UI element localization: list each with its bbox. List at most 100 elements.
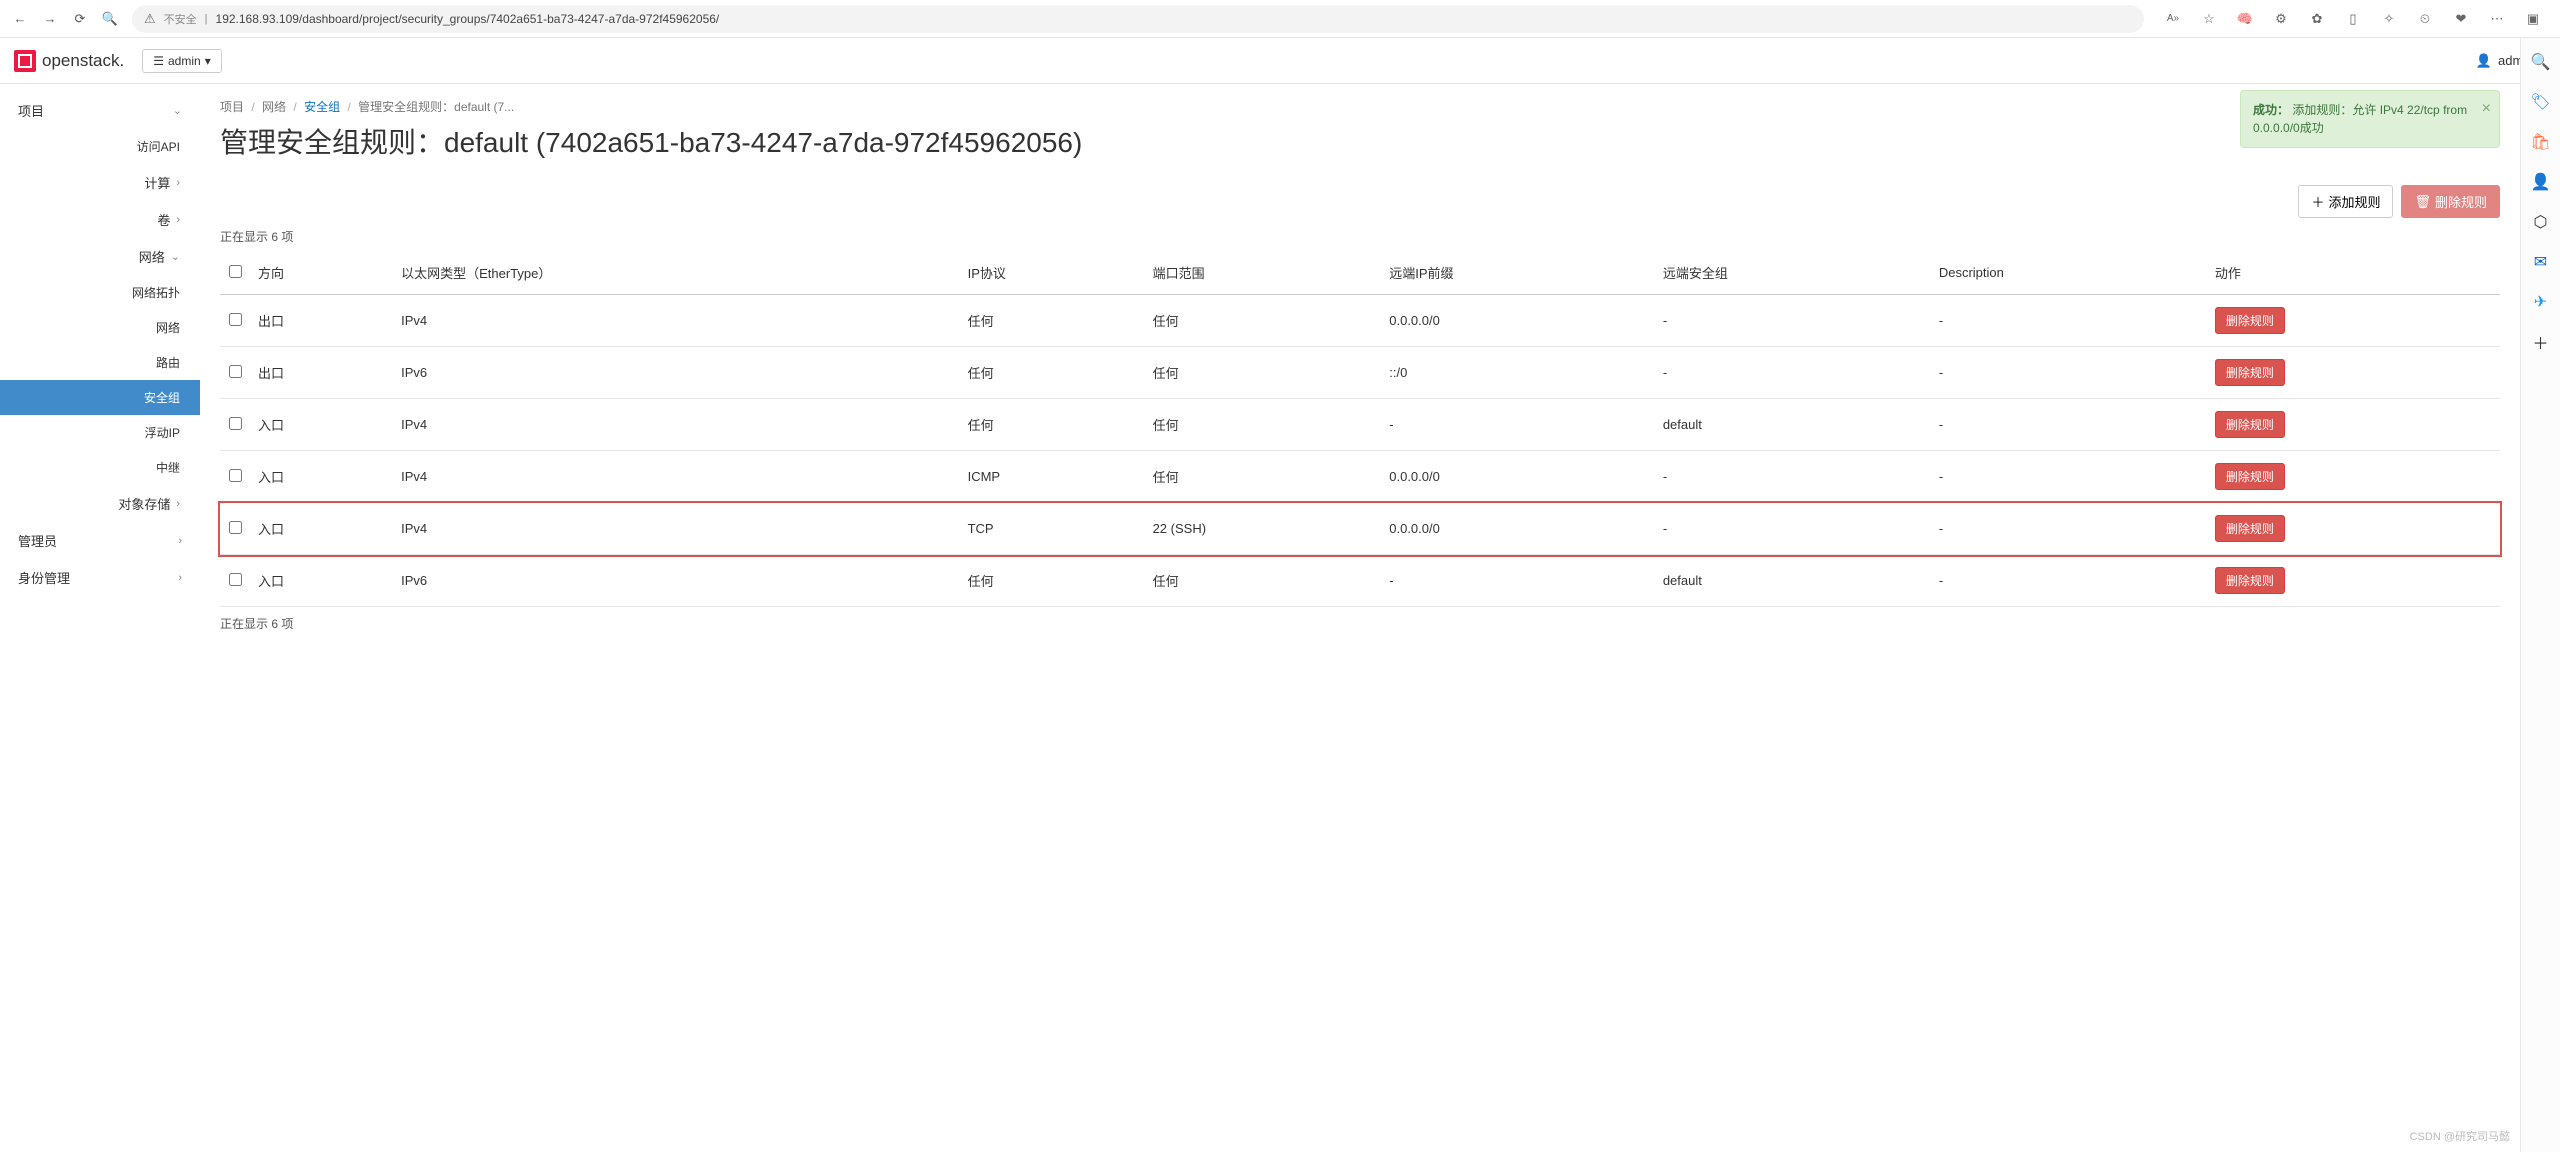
sidebar-item-label: 浮动IP: [145, 424, 180, 441]
forward-icon[interactable]: →: [42, 11, 58, 27]
sidebar-item-floating-ip[interactable]: 浮动IP: [0, 415, 200, 450]
select-all-checkbox[interactable]: [229, 265, 242, 278]
project-selector-prefix-icon: ☰: [153, 54, 164, 68]
delete-rule-button[interactable]: 删除规则: [2215, 359, 2285, 386]
brain-icon[interactable]: 🧠: [2236, 10, 2254, 28]
openstack-logo[interactable]: openstack.: [14, 50, 124, 72]
edge-plus-icon[interactable]: ＋: [2531, 332, 2551, 352]
sidebar-item-label: 身份管理: [18, 568, 70, 587]
project-selector[interactable]: ☰ admin ▾: [142, 49, 221, 73]
sidebar-item-trunk[interactable]: 中继: [0, 450, 200, 485]
edge-sidebar: 🔍 🏷 🛍 👤 ⬡ ✉ ✈ ＋: [2520, 38, 2560, 1152]
cell-remote-prefix: 0.0.0.0/0: [1381, 295, 1655, 347]
chevron-down-icon: ▾: [205, 54, 211, 68]
col-checkbox: [220, 251, 250, 295]
cell-port-range: 任何: [1145, 295, 1382, 347]
sidebar-item-routers[interactable]: 路由: [0, 345, 200, 380]
browser-actions: A» ☆ 🧠 ⚙ ✿ ▯ ✧ ⏲ ❤ ⋯ ▣: [2158, 10, 2548, 28]
search-icon[interactable]: 🔍: [102, 11, 118, 27]
chevron-down-icon: ⌄: [171, 250, 180, 263]
row-checkbox[interactable]: [229, 417, 242, 430]
col-port-range[interactable]: 端口范围: [1145, 251, 1382, 295]
cell-description: -: [1931, 347, 2207, 399]
col-ip-protocol[interactable]: IP协议: [960, 251, 1145, 295]
cell-ip-protocol: 任何: [960, 555, 1145, 607]
row-checkbox[interactable]: [229, 313, 242, 326]
delete-rule-button[interactable]: 删除规则: [2215, 463, 2285, 490]
delete-rules-button[interactable]: 🗑 删除规则: [2401, 185, 2500, 218]
address-bar[interactable]: ⚠ 不安全 | 192.168.93.109/dashboard/project…: [132, 5, 2144, 33]
plus-icon: ＋: [2311, 192, 2324, 211]
sidebar-item-project[interactable]: 项目 ⌄: [0, 92, 200, 129]
col-remote-secgroup[interactable]: 远端安全组: [1655, 251, 1931, 295]
delete-rule-button[interactable]: 删除规则: [2215, 411, 2285, 438]
page-title: 管理安全组规则：default (7402a651-ba73-4247-a7da…: [220, 121, 2500, 161]
col-direction[interactable]: 方向: [250, 251, 393, 295]
sidebar-item-api[interactable]: 访问API: [0, 129, 200, 164]
edge-tag-icon[interactable]: 🏷: [2531, 92, 2551, 112]
edge-search-icon[interactable]: 🔍: [2531, 52, 2551, 72]
performance-icon[interactable]: ⏲: [2416, 10, 2434, 28]
edge-send-icon[interactable]: ✈: [2531, 292, 2551, 312]
favorite-icon[interactable]: ☆: [2200, 10, 2218, 28]
crumb-security-groups[interactable]: 安全组: [304, 100, 340, 114]
sidebar-item-networks[interactable]: 网络: [0, 310, 200, 345]
close-icon[interactable]: ×: [2482, 97, 2491, 121]
col-remote-prefix[interactable]: 远端IP前缀: [1381, 251, 1655, 295]
sidebar-item-security-groups[interactable]: 安全组: [0, 380, 200, 415]
browser-toolbar: ← → ⟳ 🔍 ⚠ 不安全 | 192.168.93.109/dashboard…: [0, 0, 2560, 38]
cell-port-range: 任何: [1145, 399, 1382, 451]
sidebar-item-object-storage[interactable]: 对象存储 ›: [0, 485, 200, 522]
panel-icon[interactable]: ▣: [2524, 10, 2542, 28]
col-action: 动作: [2207, 251, 2500, 295]
sidebar-icon[interactable]: ▯: [2344, 10, 2362, 28]
delete-rule-button[interactable]: 删除规则: [2215, 307, 2285, 334]
row-checkbox[interactable]: [229, 365, 242, 378]
row-checkbox[interactable]: [229, 573, 242, 586]
row-checkbox[interactable]: [229, 521, 242, 534]
col-description[interactable]: Description: [1931, 251, 2207, 295]
reload-icon[interactable]: ⟳: [72, 11, 88, 27]
delete-rule-button[interactable]: 删除规则: [2215, 515, 2285, 542]
heart-icon[interactable]: ❤: [2452, 10, 2470, 28]
sidebar-item-label: 安全组: [144, 389, 180, 406]
edge-outlook-icon[interactable]: ✉: [2531, 252, 2551, 272]
edge-character-icon[interactable]: 👤: [2531, 172, 2551, 192]
sidebar-item-volume[interactable]: 卷 ›: [0, 201, 200, 238]
sidebar-item-compute[interactable]: 计算 ›: [0, 164, 200, 201]
row-checkbox[interactable]: [229, 469, 242, 482]
watermark: CSDN @研究司马懿: [2410, 1128, 2510, 1144]
cell-remote-prefix: -: [1381, 555, 1655, 607]
delete-rule-button[interactable]: 删除规则: [2215, 567, 2285, 594]
read-aloud-icon[interactable]: A»: [2164, 10, 2182, 28]
cell-ethertype: IPv4: [393, 451, 959, 503]
sidebar-item-label: 对象存储: [118, 494, 170, 513]
edge-copilot-icon[interactable]: ⬡: [2531, 212, 2551, 232]
sidebar-item-topology[interactable]: 网络拓扑: [0, 275, 200, 310]
sidebar-item-label: 网络: [139, 247, 165, 266]
cell-remote-secgroup: -: [1655, 295, 1931, 347]
crumb-current: 管理安全组规则：default (7...: [358, 100, 514, 114]
settings-gear-icon[interactable]: ⚙: [2272, 10, 2290, 28]
col-ethertype[interactable]: 以太网类型（EtherType）: [393, 251, 959, 295]
more-icon[interactable]: ⋯: [2488, 10, 2506, 28]
cell-remote-prefix: ::/0: [1381, 347, 1655, 399]
cell-remote-prefix: -: [1381, 399, 1655, 451]
sidebar-item-label: 管理员: [18, 531, 57, 550]
sidebar-item-label: 计算: [144, 173, 170, 192]
back-icon[interactable]: ←: [12, 11, 28, 27]
user-icon: 👤: [2476, 53, 2492, 69]
sidebar-item-admin[interactable]: 管理员 ›: [0, 522, 200, 559]
add-rule-button[interactable]: ＋ 添加规则: [2298, 185, 2393, 218]
chevron-right-icon: ›: [176, 177, 180, 189]
url-text: 192.168.93.109/dashboard/project/securit…: [216, 12, 720, 26]
sidebar-item-network[interactable]: 网络 ⌄: [0, 238, 200, 275]
crumb-project[interactable]: 项目: [220, 100, 244, 114]
breadcrumb: 项目 / 网络 / 安全组 / 管理安全组规则：default (7...: [220, 98, 2500, 115]
collections-icon[interactable]: ✧: [2380, 10, 2398, 28]
extensions-icon[interactable]: ✿: [2308, 10, 2326, 28]
rules-table: 方向 以太网类型（EtherType） IP协议 端口范围 远端IP前缀 远端安…: [220, 251, 2500, 607]
edge-shopping-icon[interactable]: 🛍: [2531, 132, 2551, 152]
crumb-network[interactable]: 网络: [262, 100, 286, 114]
sidebar-item-identity[interactable]: 身份管理 ›: [0, 559, 200, 596]
